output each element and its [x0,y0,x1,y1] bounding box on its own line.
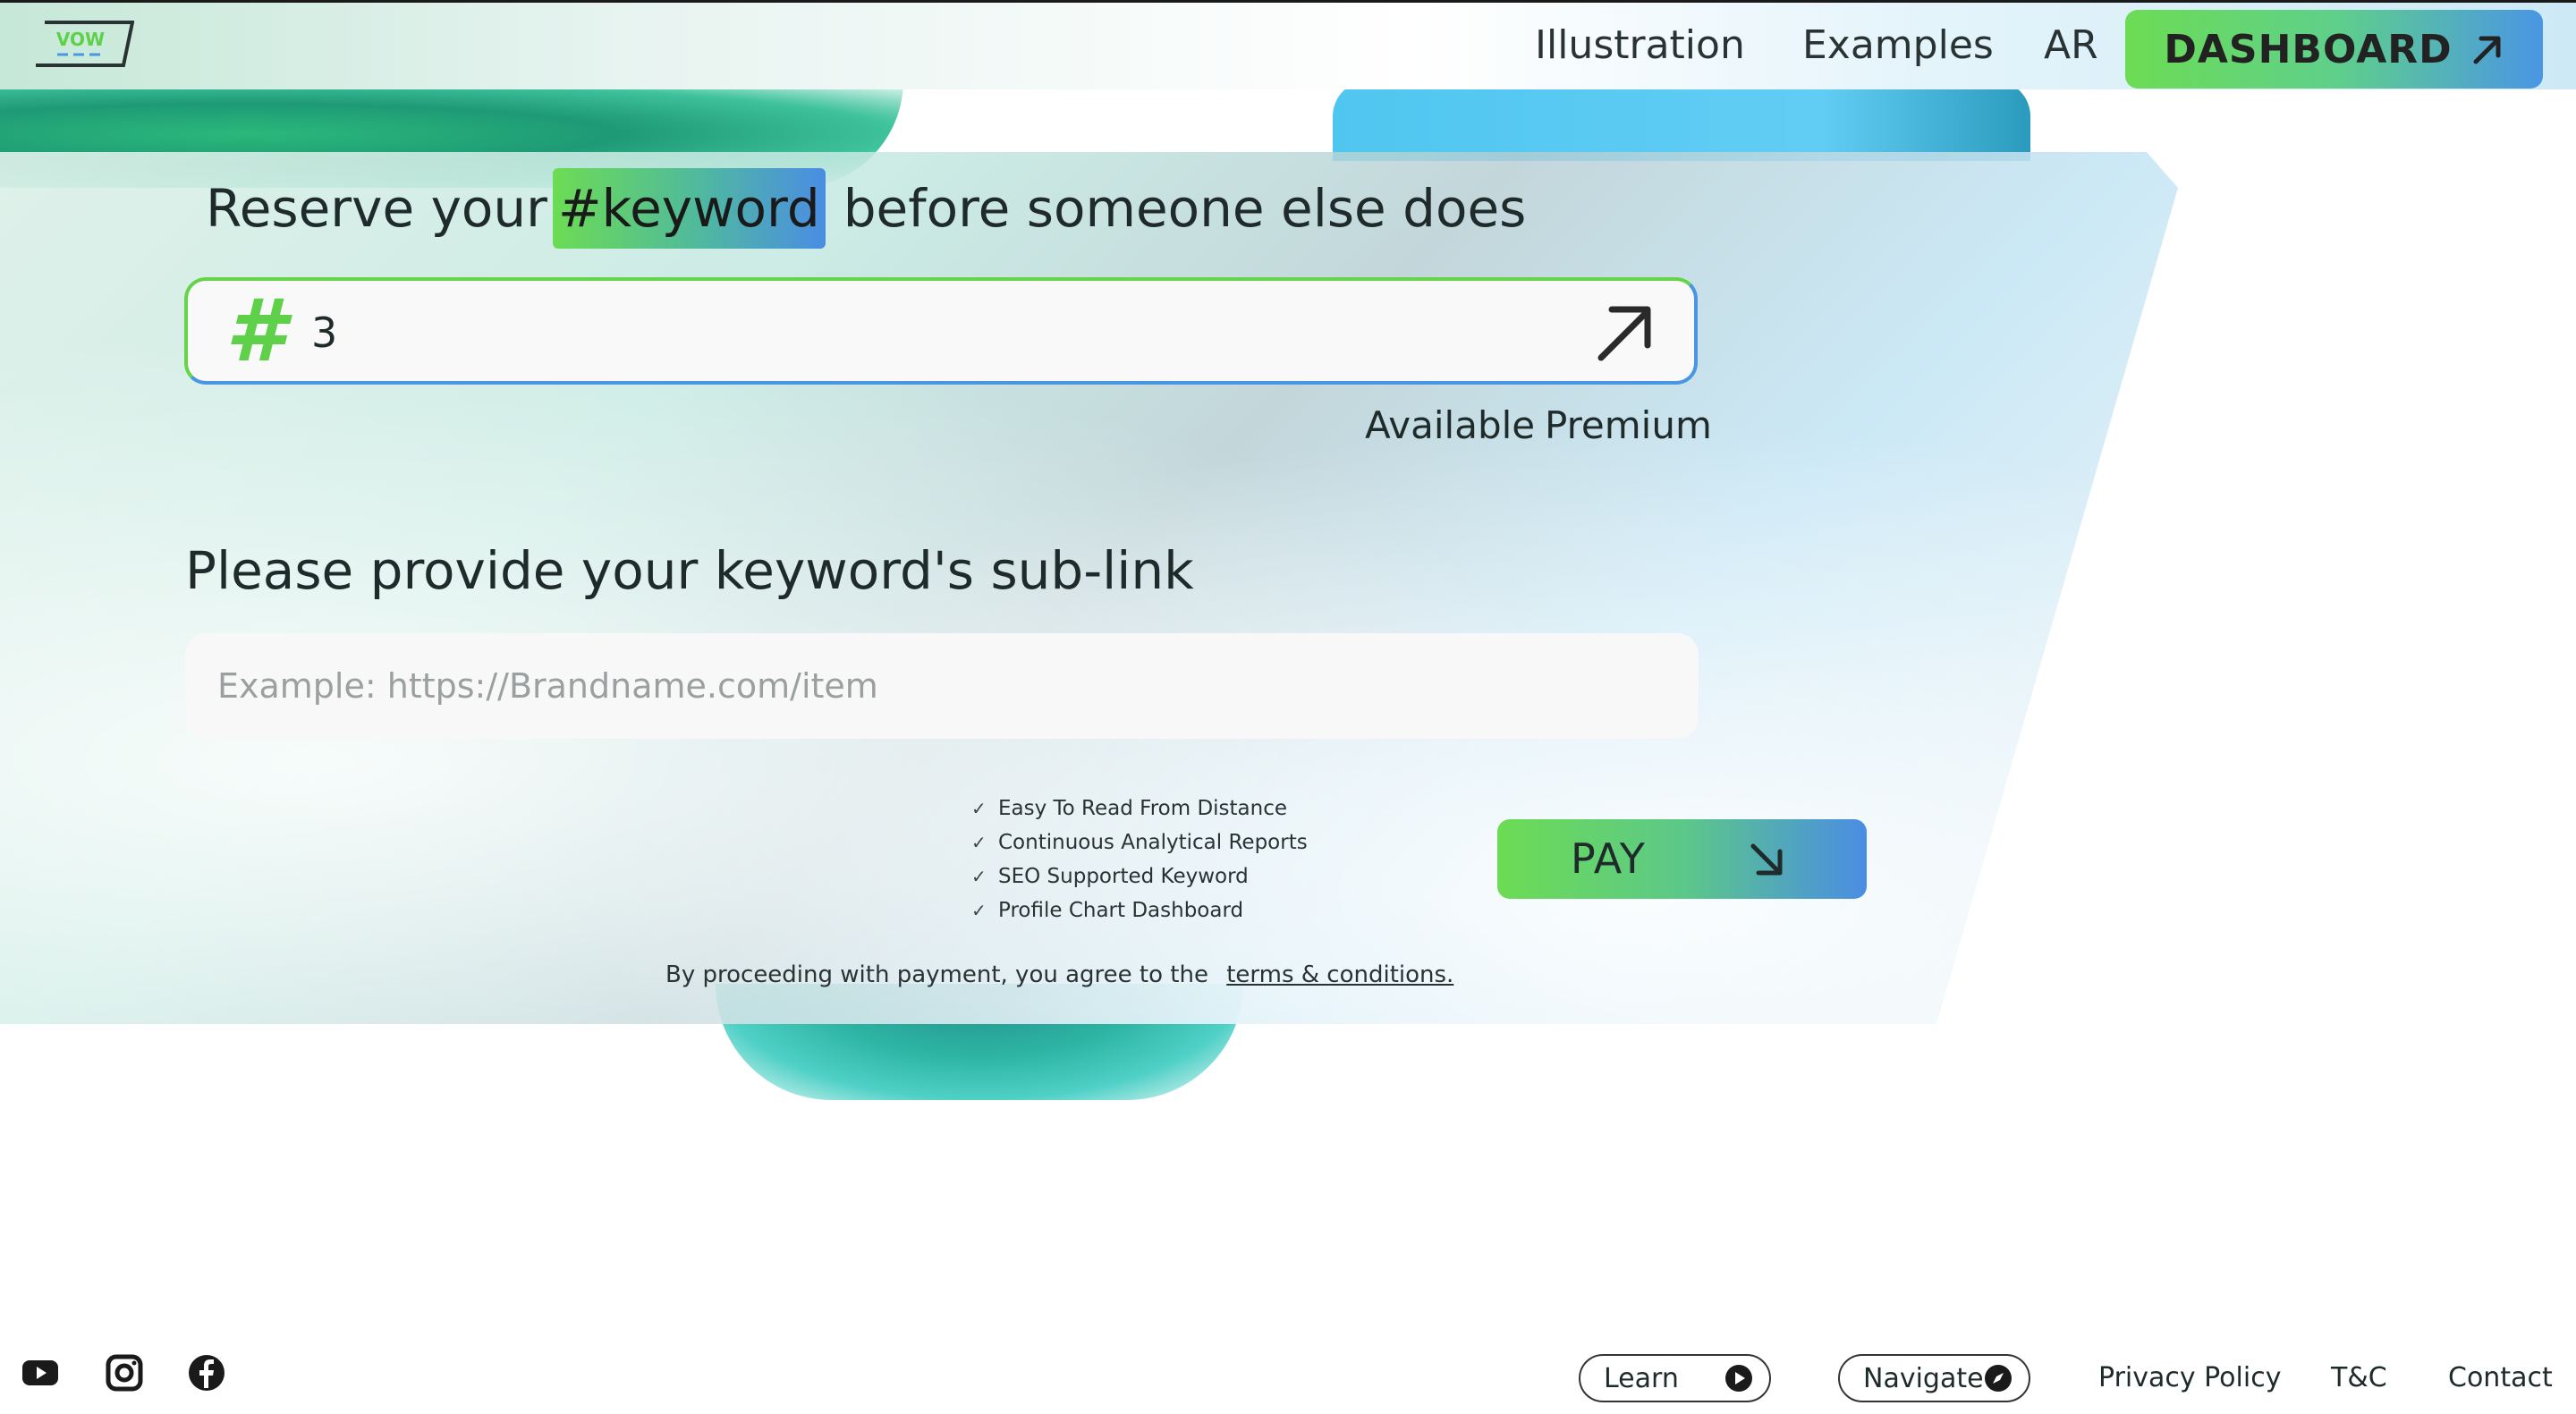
navigate-label: Navigate [1863,1362,1984,1394]
facebook-icon[interactable] [186,1352,227,1393]
terms-link[interactable]: terms & conditions. [1226,961,1453,988]
pay-button[interactable]: PAY [1497,819,1867,899]
nav-illustration[interactable]: Illustration [1535,21,1745,71]
sublink-input[interactable] [185,633,1699,739]
terms-notice: By proceeding with payment, you agree to… [665,957,1453,993]
instagram-icon[interactable] [104,1352,145,1393]
youtube-icon[interactable] [20,1352,61,1393]
arrow-up-right-icon [2473,36,2501,64]
feature-text: Profile Chart Dashboard [998,899,1244,922]
keyword-highlight: #keyword [552,168,826,249]
contact-link[interactable]: Contact [2448,1354,2553,1402]
arrow-down-right-icon [1750,843,1783,876]
feature-list: ✓ Easy To Read From Distance ✓ Continuou… [971,792,1308,927]
feature-text: Easy To Read From Distance [998,797,1288,820]
feature-item: ✓ Continuous Analytical Reports [971,826,1308,859]
feature-item: ✓ Easy To Read From Distance [971,792,1308,826]
premium-label[interactable]: Premium [1545,401,1712,451]
headline-prefix: Reserve your [206,178,547,239]
keyword-input-box[interactable]: # 3 [184,277,1698,385]
feature-text: SEO Supported Keyword [998,865,1249,888]
check-icon: ✓ [971,900,987,921]
terms-text: By proceeding with payment, you agree to… [665,961,1208,988]
keyword-input[interactable]: 3 [311,306,337,360]
hash-icon: # [225,281,285,381]
navigate-button[interactable]: Navigate [1838,1354,2030,1402]
logo-text: VOW [56,29,105,50]
learn-button[interactable]: Learn [1579,1354,1771,1402]
feature-text: Continuous Analytical Reports [998,831,1308,854]
play-icon [1725,1365,1752,1392]
nav-ar[interactable]: AR [2044,21,2098,71]
check-icon: ✓ [971,798,987,819]
headline-suffix: before someone else does [843,178,1527,239]
check-icon: ✓ [971,866,987,887]
top-navbar: VOW Illustration Examples AR DASHBOARD [0,0,2576,89]
compass-icon [1985,1365,2012,1392]
dashboard-label: DASHBOARD [2164,26,2453,72]
pay-label: PAY [1571,834,1646,883]
page-headline: Reserve your #keyword before someone els… [206,168,1526,249]
available-label[interactable]: Available [1365,401,1535,451]
privacy-policy-link[interactable]: Privacy Policy [2098,1354,2281,1402]
learn-label: Learn [1604,1362,1679,1394]
background-blob-right [1333,80,2030,161]
arrow-up-right-icon[interactable] [1592,301,1657,365]
dashboard-button[interactable]: DASHBOARD [2125,10,2543,89]
tc-link[interactable]: T&C [2331,1354,2387,1402]
feature-item: ✓ Profile Chart Dashboard [971,893,1308,927]
vow-logo[interactable]: VOW [34,19,135,69]
check-icon: ✓ [971,832,987,853]
nav-examples[interactable]: Examples [1802,21,1994,71]
sublink-heading: Please provide your keyword's sub-link [185,540,1194,601]
feature-item: ✓ SEO Supported Keyword [971,859,1308,893]
